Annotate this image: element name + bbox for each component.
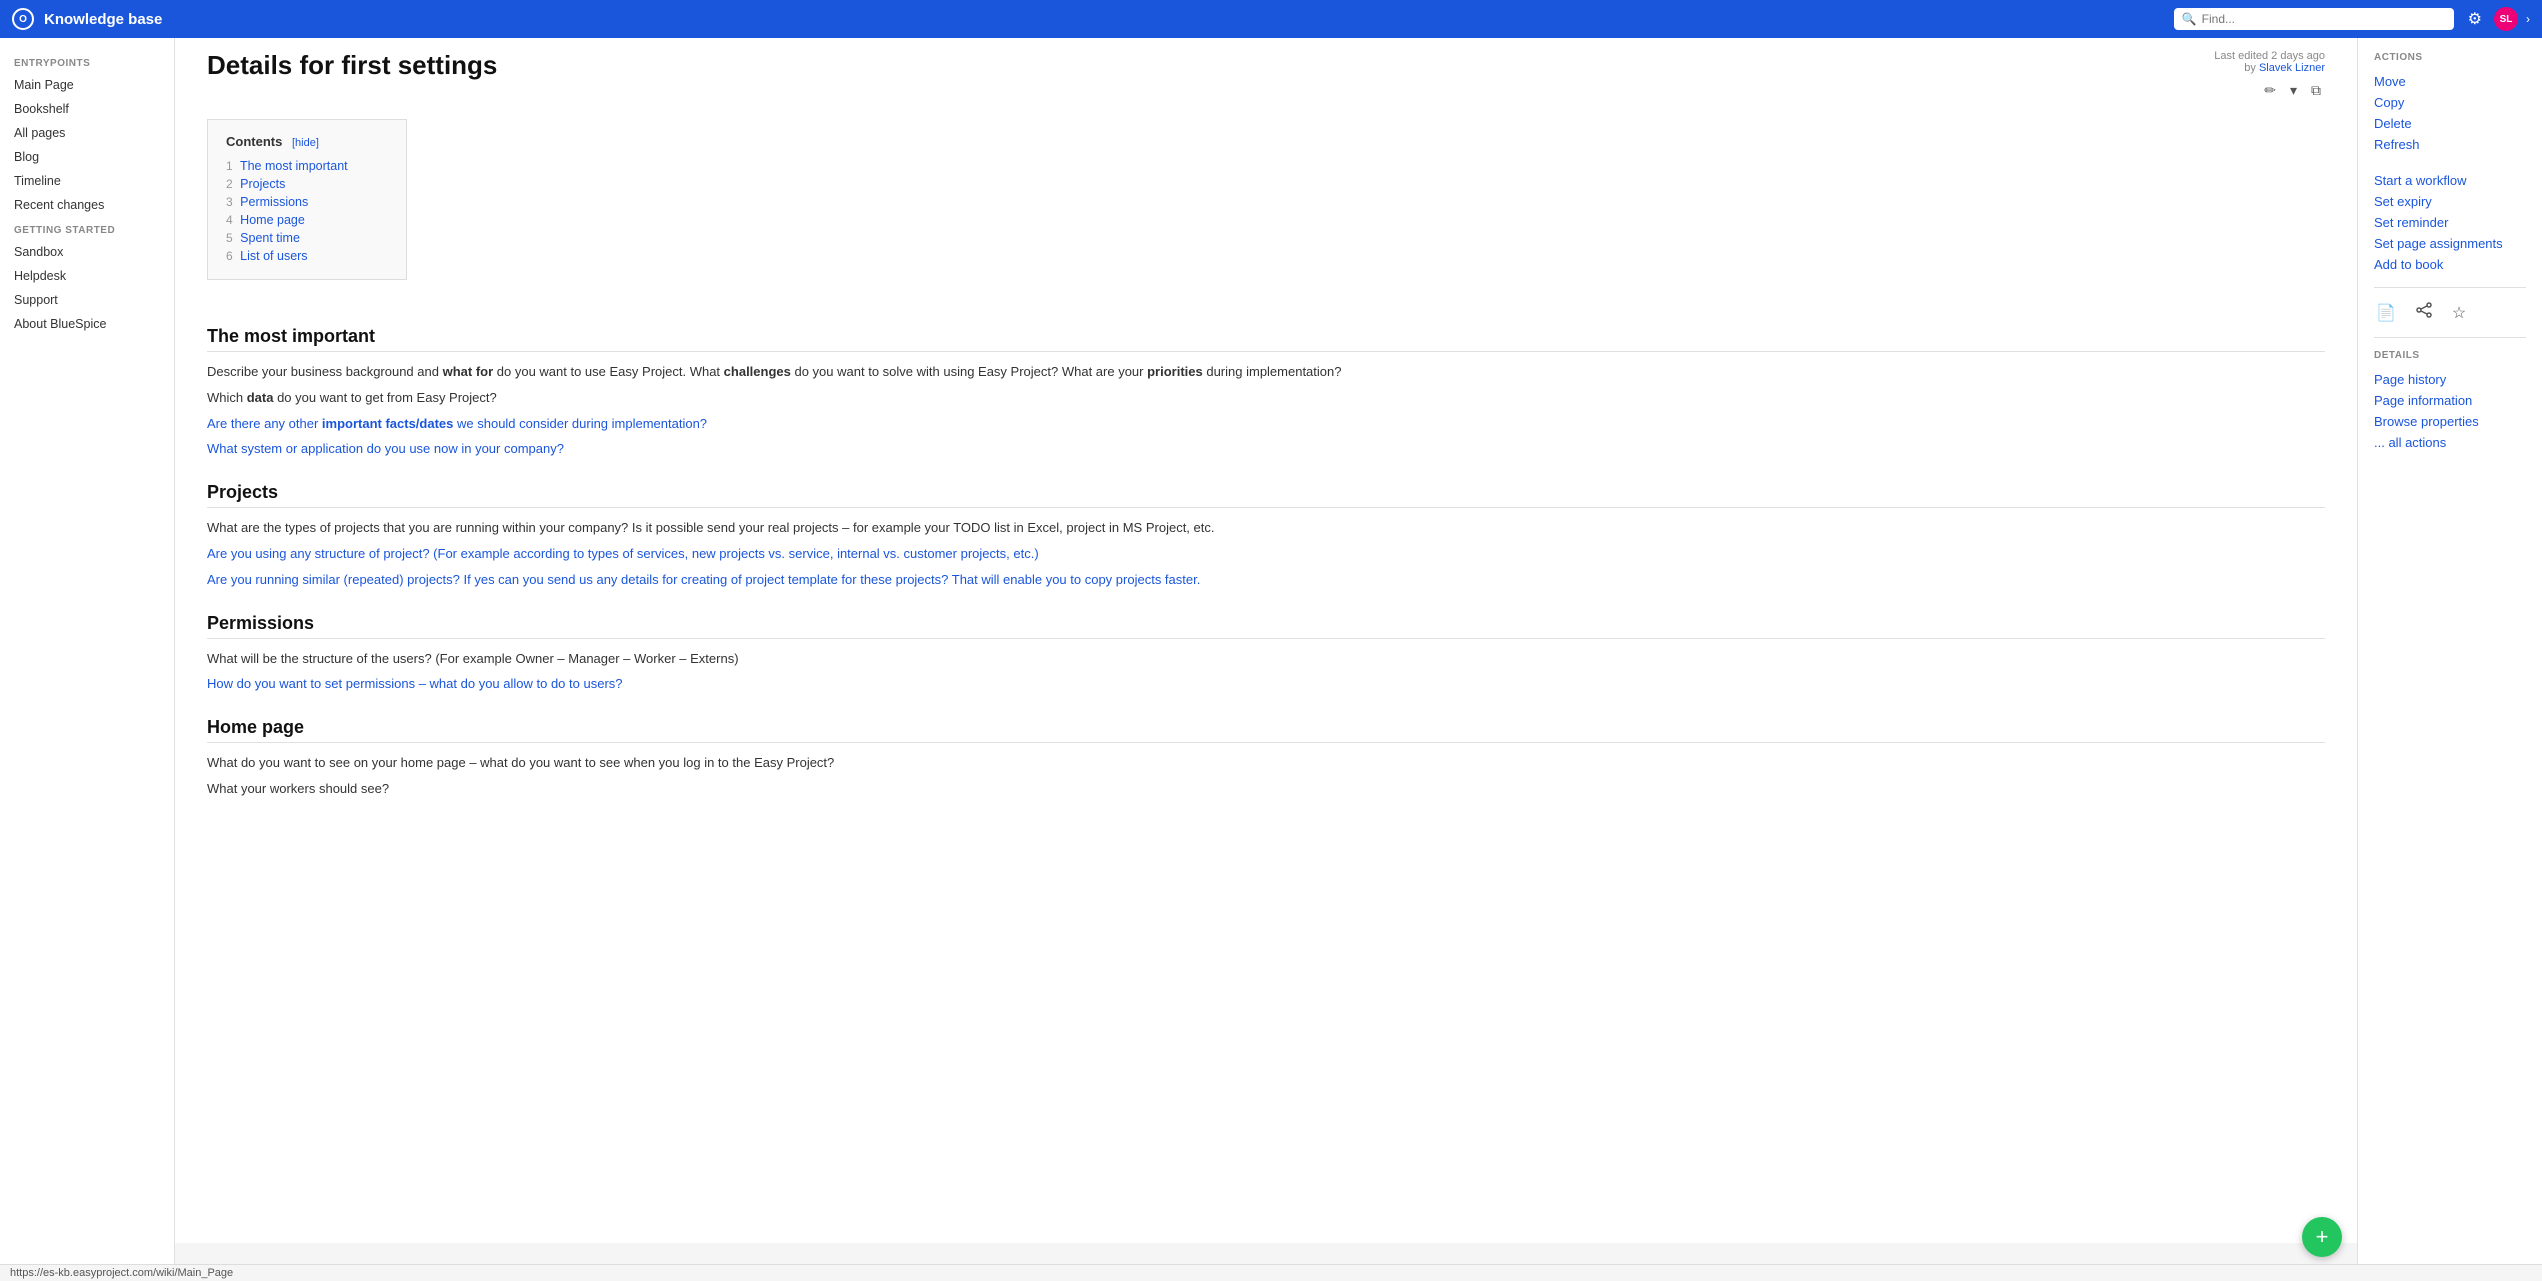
topnav-icons: ⚙ SL › <box>2464 7 2530 31</box>
section-para-1-3: Are there any other important facts/date… <box>207 414 2325 435</box>
divider-2 <box>2374 337 2526 338</box>
copy-page-button[interactable]: ⧉ <box>2307 80 2325 101</box>
share-icon-btn[interactable] <box>2414 300 2434 325</box>
sidebar-getting-started-label: GETTING STARTED <box>0 217 174 240</box>
page-title: Details for first settings <box>207 50 497 81</box>
action-add-to-book[interactable]: Add to book <box>2374 254 2526 275</box>
contents-link-6[interactable]: List of users <box>240 249 307 263</box>
section-heading-4: Home page <box>207 717 2325 743</box>
status-url: https://es-kb.easyproject.com/wiki/Main_… <box>10 1267 233 1279</box>
contents-list: 1 The most important 2 Projects 3 Permis… <box>226 157 388 265</box>
page-meta: Last edited 2 days ago by Slavek Lizner <box>2214 50 2325 74</box>
nav-chevron-icon[interactable]: › <box>2526 12 2530 26</box>
action-start-workflow[interactable]: Start a workflow <box>2374 170 2526 191</box>
section-para-4-2: What your workers should see? <box>207 779 2325 800</box>
right-panel: ACTIONS Move Copy Delete Refresh Start a… <box>2357 38 2542 1281</box>
list-item: 5 Spent time <box>226 229 388 247</box>
contents-link-2[interactable]: Projects <box>240 177 285 191</box>
contents-hide-button[interactable]: [hide] <box>292 137 319 149</box>
contents-link-1[interactable]: The most important <box>240 159 348 173</box>
last-edited-text: Last edited 2 days ago <box>2214 50 2325 62</box>
section-heading-3: Permissions <box>207 613 2325 639</box>
page-meta-block: Last edited 2 days ago by Slavek Lizner … <box>2214 50 2325 101</box>
actions-label: ACTIONS <box>2374 52 2526 63</box>
edit-dropdown-button[interactable]: ▾ <box>2286 80 2301 101</box>
sidebar: ENTRYPOINTS Main Page Bookshelf All page… <box>0 38 175 1281</box>
list-item: 6 List of users <box>226 247 388 265</box>
action-set-expiry[interactable]: Set expiry <box>2374 191 2526 212</box>
section-para-1-4: What system or application do you use no… <box>207 439 2325 460</box>
section-para-2-2: Are you using any structure of project? … <box>207 544 2325 565</box>
sidebar-item-bookshelf[interactable]: Bookshelf <box>0 97 174 121</box>
page-header-row: Details for first settings Last edited 2… <box>207 50 2325 101</box>
status-bar: https://es-kb.easyproject.com/wiki/Main_… <box>0 1264 2542 1281</box>
top-navigation: O Knowledge base 🔍 ⚙ SL › <box>0 0 2542 38</box>
divider-1 <box>2374 287 2526 288</box>
app-title: Knowledge base <box>44 11 2164 28</box>
sidebar-item-about-bluespice[interactable]: About BlueSpice <box>0 312 174 336</box>
section-para-3-2: How do you want to set permissions – wha… <box>207 674 2325 695</box>
sidebar-entrypoints-label: ENTRYPOINTS <box>0 50 174 73</box>
edit-icons: ✏ ▾ ⧉ <box>2214 80 2325 101</box>
action-set-page-assignments[interactable]: Set page assignments <box>2374 233 2526 254</box>
section-para-2-1: What are the types of projects that you … <box>207 518 2325 539</box>
page-document-icon-btn[interactable]: 📄 <box>2374 300 2398 325</box>
sidebar-item-sandbox[interactable]: Sandbox <box>0 240 174 264</box>
sidebar-item-all-pages[interactable]: All pages <box>0 121 174 145</box>
detail-browse-properties[interactable]: Browse properties <box>2374 411 2526 432</box>
contents-link-4[interactable]: Home page <box>240 213 305 227</box>
section-para-1-2: Which data do you want to get from Easy … <box>207 388 2325 409</box>
detail-all-actions[interactable]: ... all actions <box>2374 432 2526 453</box>
action-set-reminder[interactable]: Set reminder <box>2374 212 2526 233</box>
logo-icon: O <box>19 14 27 25</box>
list-item: 3 Permissions <box>226 193 388 211</box>
sidebar-item-support[interactable]: Support <box>0 288 174 312</box>
list-item: 4 Home page <box>226 211 388 229</box>
action-copy[interactable]: Copy <box>2374 92 2526 113</box>
sidebar-item-timeline[interactable]: Timeline <box>0 169 174 193</box>
settings-button[interactable]: ⚙ <box>2464 7 2486 31</box>
section-heading-2: Projects <box>207 482 2325 508</box>
search-icon: 🔍 <box>2182 12 2197 26</box>
search-input[interactable] <box>2174 8 2454 30</box>
detail-page-information[interactable]: Page information <box>2374 390 2526 411</box>
sidebar-item-blog[interactable]: Blog <box>0 145 174 169</box>
action-move[interactable]: Move <box>2374 71 2526 92</box>
action-refresh[interactable]: Refresh <box>2374 134 2526 155</box>
section-para-4-1: What do you want to see on your home pag… <box>207 753 2325 774</box>
contents-box: Contents [hide] 1 The most important 2 P… <box>207 119 407 280</box>
list-item: 2 Projects <box>226 175 388 193</box>
contents-link-3[interactable]: Permissions <box>240 195 308 209</box>
action-delete[interactable]: Delete <box>2374 113 2526 134</box>
author-link[interactable]: Slavek Lizner <box>2259 62 2325 74</box>
logo[interactable]: O <box>12 8 34 30</box>
details-label: DETAILS <box>2374 350 2526 361</box>
main-content: Pages EP implementation questionnaire ▶ … <box>175 0 2357 1243</box>
by-author-prefix: by <box>2244 62 2259 74</box>
sidebar-item-main-page[interactable]: Main Page <box>0 73 174 97</box>
detail-page-history[interactable]: Page history <box>2374 369 2526 390</box>
search-wrap: 🔍 <box>2174 8 2454 30</box>
section-heading-1: The most important <box>207 326 2325 352</box>
sidebar-item-recent-changes[interactable]: Recent changes <box>0 193 174 217</box>
contents-link-5[interactable]: Spent time <box>240 231 300 245</box>
section-para-3-1: What will be the structure of the users?… <box>207 649 2325 670</box>
sidebar-item-helpdesk[interactable]: Helpdesk <box>0 264 174 288</box>
contents-title: Contents [hide] <box>226 134 388 149</box>
section-para-1-1: Describe your business background and wh… <box>207 362 2325 383</box>
star-icon-btn[interactable]: ☆ <box>2450 300 2468 325</box>
avatar[interactable]: SL <box>2494 7 2518 31</box>
section-para-2-3: Are you running similar (repeated) proje… <box>207 570 2325 591</box>
list-item: 1 The most important <box>226 157 388 175</box>
page-icon-row: 📄 ☆ <box>2374 300 2526 325</box>
fab-add-button[interactable]: + <box>2302 1217 2342 1257</box>
edit-button[interactable]: ✏ <box>2260 80 2280 101</box>
